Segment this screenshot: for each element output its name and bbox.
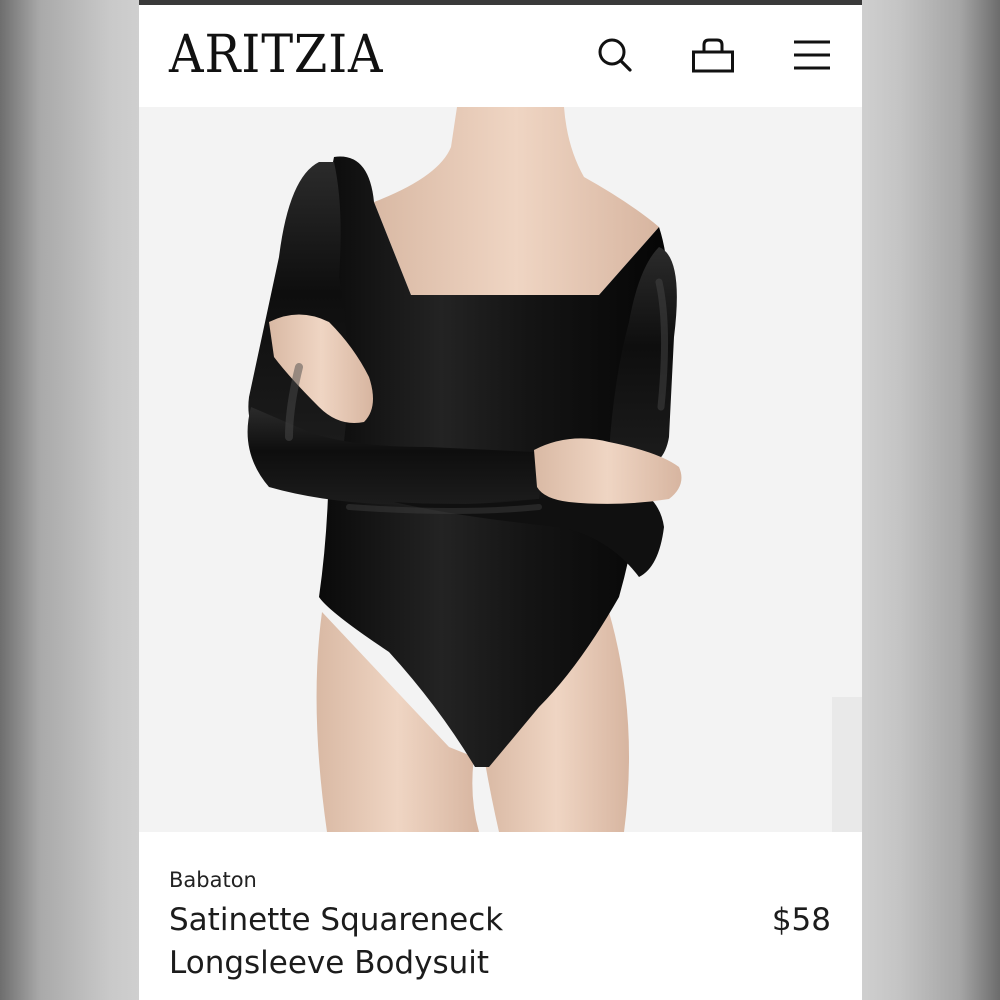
product-brand[interactable]: Babaton [169,868,257,892]
shopping-bag-icon [692,38,734,73]
menu-icon [794,40,830,70]
product-price: $58 [771,902,831,938]
mobile-screen: ARITZIA Babaton Satinette Squareneck Lon… [139,5,862,1000]
site-header: ARITZIA [139,5,862,107]
product-info: Babaton Satinette Squareneck Longsleeve … [139,832,862,1000]
product-title-line-1: Satinette Squareneck [169,902,504,938]
search-button[interactable] [593,33,637,77]
menu-button[interactable] [790,33,834,77]
product-title-line-2: Longsleeve Bodysuit [169,945,490,981]
product-title[interactable]: Satinette Squareneck Longsleeve Bodysuit [169,899,689,985]
shopping-bag-button[interactable] [691,33,735,77]
search-icon [598,38,632,72]
aritzia-logo[interactable]: ARITZIA [169,27,384,83]
product-image[interactable] [139,107,862,832]
product-photo-bodysuit [139,107,862,832]
